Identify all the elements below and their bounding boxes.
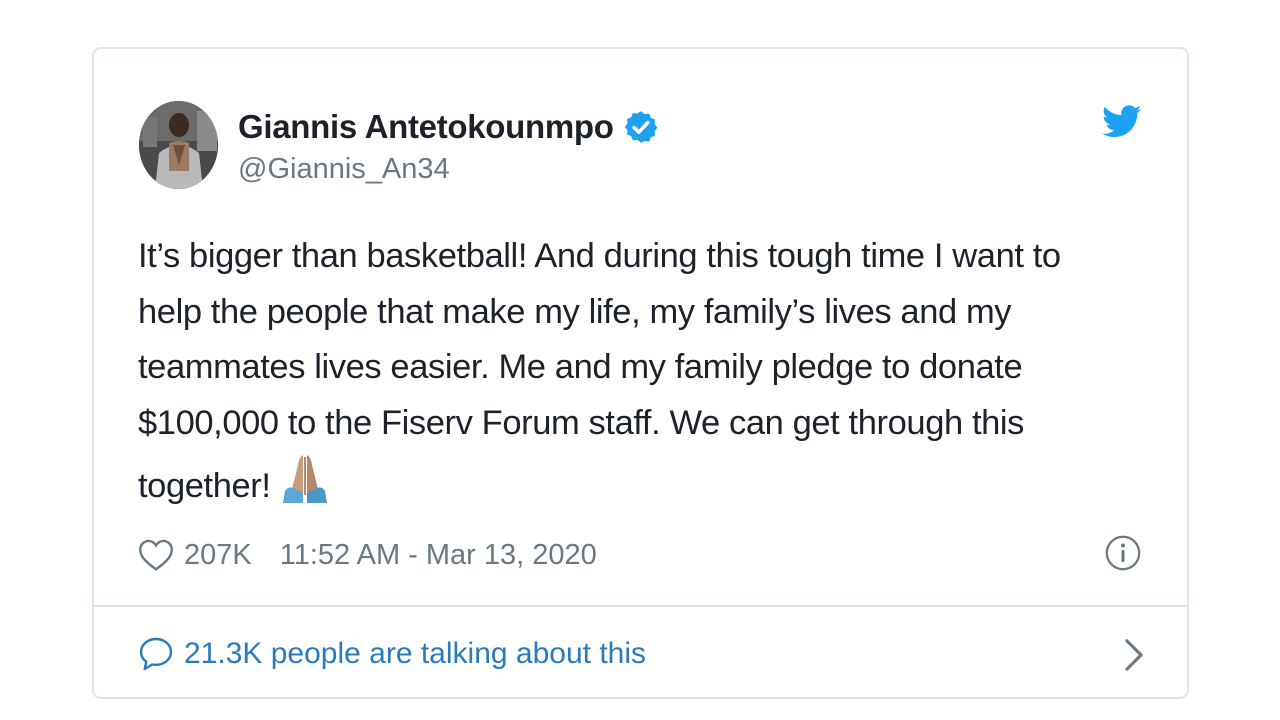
tweet-text: It’s bigger than basketball! And during … bbox=[138, 229, 1148, 515]
avatar-image bbox=[139, 101, 218, 189]
conversation-link[interactable]: 21.3K people are talking about this bbox=[138, 631, 646, 677]
heart-icon[interactable] bbox=[138, 538, 174, 572]
author-handle[interactable]: @Giannis_An34 bbox=[238, 153, 450, 186]
like-count[interactable]: 207K bbox=[184, 539, 252, 572]
author-row[interactable]: Giannis Antetokounmpo bbox=[238, 105, 659, 149]
author-name[interactable]: Giannis Antetokounmpo bbox=[238, 108, 614, 146]
tweet-card[interactable]: Giannis Antetokounmpo @Giannis_An34 It’s… bbox=[92, 47, 1189, 699]
divider bbox=[94, 605, 1187, 607]
tweet-text-body: It’s bigger than basketball! And during … bbox=[138, 237, 1061, 505]
info-icon[interactable] bbox=[1105, 535, 1141, 571]
folded-hands-emoji bbox=[282, 455, 327, 503]
avatar[interactable] bbox=[139, 101, 218, 189]
verified-badge-icon bbox=[624, 111, 657, 143]
chevron-right-icon[interactable] bbox=[1123, 638, 1145, 672]
tweet-timestamp[interactable]: 11:52 AM - Mar 13, 2020 bbox=[280, 539, 597, 572]
tweet-meta: 207K 11:52 AM - Mar 13, 2020 bbox=[138, 533, 597, 577]
twitter-bird-icon[interactable] bbox=[1102, 104, 1142, 140]
speech-bubble-icon bbox=[139, 637, 173, 671]
conversation-label[interactable]: 21.3K people are talking about this bbox=[184, 637, 646, 671]
